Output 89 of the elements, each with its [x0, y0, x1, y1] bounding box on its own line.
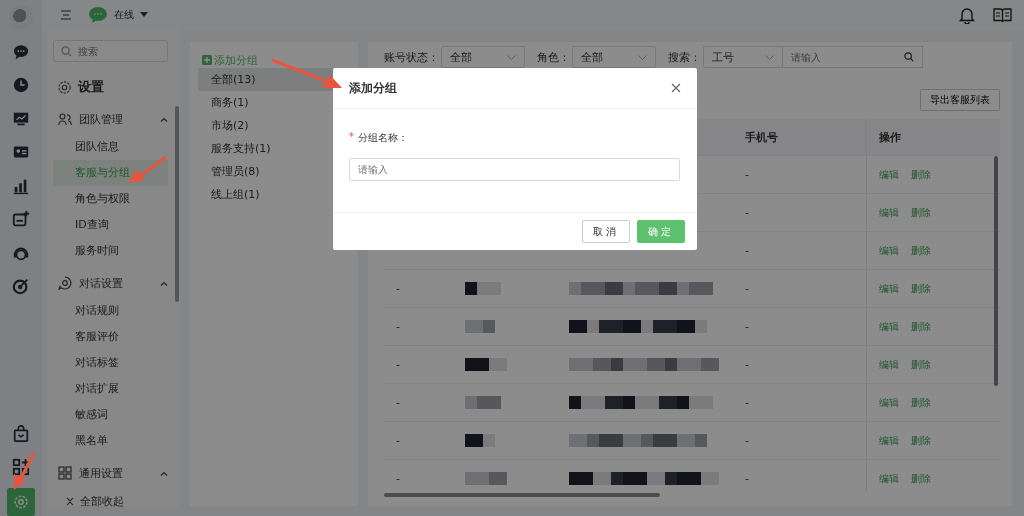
- table-cell: -: [396, 282, 400, 295]
- sidebar-section[interactable]: 对话设置: [79, 275, 153, 291]
- delete-link[interactable]: 删除: [911, 167, 931, 182]
- table-cell: -: [396, 396, 400, 409]
- delete-link[interactable]: 删除: [911, 205, 931, 220]
- table-cell: -: [745, 320, 749, 333]
- edit-link[interactable]: 编辑: [879, 205, 899, 220]
- table-cell: -: [745, 434, 749, 447]
- chevron-up-icon[interactable]: [160, 116, 168, 122]
- filter-label: 角色：: [537, 49, 570, 65]
- gear-icon: [57, 79, 72, 95]
- chat-circle-icon: [58, 276, 72, 290]
- delete-link[interactable]: 删除: [911, 281, 931, 296]
- dialog-title: 添加分组: [349, 79, 397, 97]
- chat-bubble-icon: [88, 6, 108, 24]
- edit-link[interactable]: 编辑: [879, 433, 899, 448]
- table-cell: -: [745, 396, 749, 409]
- filter-dropdown[interactable]: 全部: [572, 46, 656, 68]
- grid-icon: [58, 466, 72, 480]
- search-icon: [61, 45, 72, 57]
- table-cell: -: [745, 358, 749, 371]
- table-cell: -: [745, 472, 749, 485]
- annotation-arrow: [271, 58, 342, 88]
- delete-link[interactable]: 删除: [911, 243, 931, 258]
- filter-label: 搜索：: [668, 49, 701, 65]
- edit-link[interactable]: 编辑: [879, 167, 899, 182]
- collapse-icon[interactable]: [66, 497, 74, 506]
- scrollbar[interactable]: [384, 493, 660, 497]
- chevron-up-icon[interactable]: [160, 280, 168, 286]
- table-cell: -: [396, 320, 400, 333]
- sidebar-title: 设置: [78, 78, 104, 96]
- people-icon: [58, 112, 72, 126]
- search-field[interactable]: 搜索: [53, 40, 168, 62]
- field-label: 分组名称：: [358, 131, 408, 145]
- edit-link[interactable]: 编辑: [879, 243, 899, 258]
- edit-link[interactable]: 编辑: [879, 281, 899, 296]
- sidebar-item[interactable]: 对话扩展: [53, 376, 168, 402]
- delete-link[interactable]: 删除: [911, 395, 931, 410]
- delete-link[interactable]: 删除: [911, 471, 931, 486]
- sidebar-section[interactable]: 通用设置: [79, 465, 153, 481]
- export-button[interactable]: 导出客服列表: [920, 89, 1000, 111]
- filter-dropdown[interactable]: 全部: [441, 46, 525, 68]
- sidebar-item[interactable]: 服务时间: [53, 238, 168, 264]
- input-field[interactable]: 请输入: [349, 158, 680, 181]
- sidebar-item[interactable]: 黑名单: [53, 428, 168, 454]
- sidebar-item[interactable]: 对话标签: [53, 350, 168, 376]
- filter-label: 账号状态：: [384, 49, 439, 65]
- edit-link[interactable]: 编辑: [879, 319, 899, 334]
- status-label[interactable]: 在线: [114, 8, 134, 22]
- edit-link[interactable]: 编辑: [879, 471, 899, 486]
- caret-icon[interactable]: [140, 12, 148, 18]
- collapse-all-link[interactable]: 全部收起: [80, 494, 124, 509]
- sidebar-item[interactable]: 敏感词: [53, 402, 168, 428]
- required-mark: *: [349, 131, 354, 144]
- sidebar-item[interactable]: 客服评价: [53, 324, 168, 350]
- bell-icon[interactable]: [959, 6, 975, 24]
- table-cell: -: [745, 206, 749, 219]
- filter-dropdown[interactable]: 工号: [703, 46, 783, 68]
- search-field[interactable]: 请输入: [783, 46, 923, 68]
- table-cell: -: [745, 244, 749, 257]
- edit-link[interactable]: 编辑: [879, 395, 899, 410]
- delete-link[interactable]: 删除: [911, 433, 931, 448]
- sidebar-item[interactable]: ID查询: [53, 212, 168, 238]
- scrollbar[interactable]: [994, 156, 998, 386]
- delete-link[interactable]: 删除: [911, 319, 931, 334]
- scrollbar[interactable]: [175, 106, 179, 302]
- cancel-button[interactable]: 取消: [582, 220, 630, 243]
- close-icon[interactable]: [671, 83, 681, 93]
- chevron-down-icon: [765, 54, 774, 60]
- search-icon[interactable]: [904, 52, 914, 62]
- edit-link[interactable]: 编辑: [879, 357, 899, 372]
- sidebar-item[interactable]: 团队信息: [53, 134, 168, 160]
- sidebar-item[interactable]: 角色与权限: [53, 186, 168, 212]
- book-icon[interactable]: [993, 7, 1012, 23]
- sidebar-item[interactable]: 对话规则: [53, 298, 168, 324]
- column-header: 操作: [879, 129, 901, 145]
- annotation-arrow: [129, 155, 167, 183]
- table-cell: -: [745, 168, 749, 181]
- annotation-arrow: [14, 452, 36, 490]
- table-cell: -: [396, 472, 400, 485]
- column-header: 手机号: [745, 129, 778, 145]
- sidebar-section[interactable]: 团队管理: [79, 111, 153, 127]
- chevron-down-icon: [507, 54, 516, 60]
- chevron-up-icon[interactable]: [160, 470, 168, 476]
- table-cell: -: [745, 282, 749, 295]
- delete-link[interactable]: 删除: [911, 357, 931, 372]
- table-cell: -: [396, 358, 400, 371]
- chevron-down-icon: [638, 54, 647, 60]
- table-cell: -: [396, 434, 400, 447]
